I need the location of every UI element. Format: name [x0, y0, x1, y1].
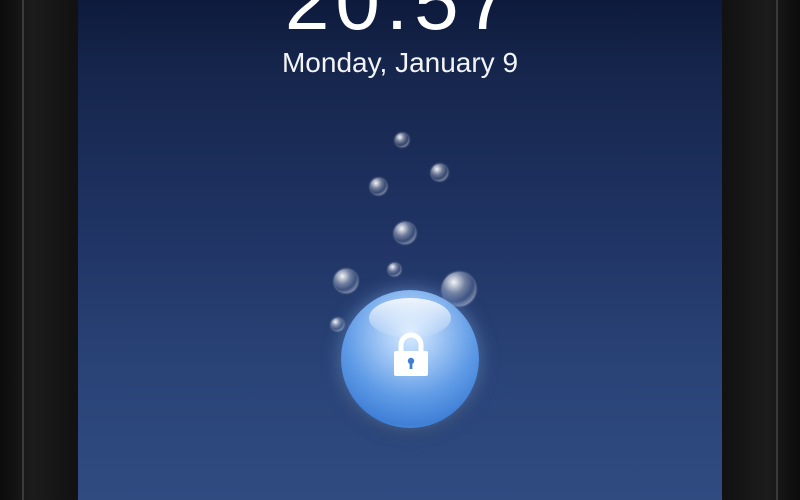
clock-date: Monday, January 9	[281, 47, 519, 78]
bubble-decoration	[431, 164, 448, 181]
unlock-button[interactable]	[341, 290, 479, 428]
clock-time: 20:57	[284, 0, 516, 46]
bezel-edge-right	[776, 0, 778, 500]
device-frame: 20:57 Monday, January 9	[0, 0, 800, 500]
bezel-edge-left	[22, 0, 24, 500]
bubble-decoration	[395, 133, 409, 147]
padlock-icon	[394, 332, 428, 376]
bubble-decoration	[331, 318, 344, 331]
bubble-decoration	[394, 222, 416, 244]
lock-screen: 20:57 Monday, January 9	[78, 0, 722, 500]
bubble-decoration	[370, 178, 387, 195]
bubble-decoration	[388, 263, 401, 276]
bubble-decoration	[334, 269, 358, 293]
